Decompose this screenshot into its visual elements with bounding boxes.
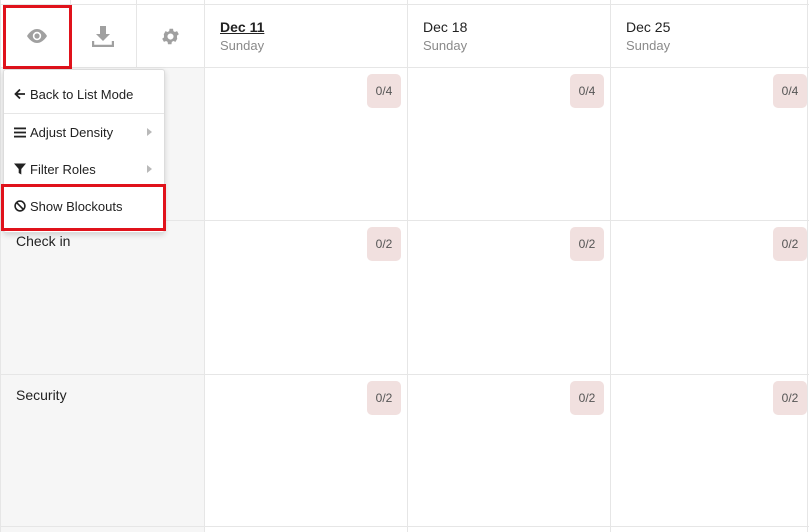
menu-item-adjust-density[interactable]: Adjust Density	[4, 114, 164, 150]
menu-item-label: Back to List Mode	[30, 86, 134, 102]
day-weekday: Sunday	[423, 38, 468, 53]
slot-count-badge[interactable]: 0/4	[773, 74, 807, 108]
slot-count-badge[interactable]: 0/2	[367, 381, 401, 415]
grid-line	[204, 0, 205, 532]
day-date[interactable]: Dec 11	[220, 18, 420, 36]
slot-count-badge[interactable]: 0/2	[773, 227, 807, 261]
settings-button[interactable]	[138, 4, 202, 68]
grid-line	[407, 0, 408, 532]
grid-line	[0, 526, 809, 527]
day-header[interactable]: Dec 25 Sunday	[626, 18, 809, 55]
grid-line	[0, 0, 1, 532]
menu-item-show-blockouts[interactable]: Show Blockouts	[4, 188, 164, 224]
day-header[interactable]: Dec 18 Sunday	[423, 18, 623, 55]
filter-icon	[13, 163, 27, 175]
day-date[interactable]: Dec 18	[423, 18, 623, 36]
bars-icon	[13, 127, 27, 138]
chevron-right-icon	[147, 128, 152, 136]
day-weekday: Sunday	[220, 38, 265, 53]
chevron-right-icon	[147, 165, 152, 173]
ban-icon	[13, 200, 27, 212]
menu-item-filter-roles[interactable]: Filter Roles	[4, 151, 164, 187]
slot-count-badge[interactable]: 0/4	[570, 74, 604, 108]
view-options-button[interactable]	[5, 4, 69, 68]
slot-count-badge[interactable]: 0/4	[367, 74, 401, 108]
slot-count-badge[interactable]: 0/2	[570, 381, 604, 415]
day-date[interactable]: Dec 25	[626, 18, 809, 36]
grid-line	[610, 0, 611, 532]
slot-count-badge[interactable]: 0/2	[773, 381, 807, 415]
menu-item-label: Show Blockouts	[30, 198, 123, 214]
role-label-security: Security	[16, 387, 67, 403]
day-header[interactable]: Dec 11 Sunday	[220, 18, 420, 55]
menu-item-label: Adjust Density	[30, 124, 114, 140]
grid-line	[807, 0, 808, 532]
slot-count-badge[interactable]: 0/2	[570, 227, 604, 261]
download-button[interactable]	[71, 4, 135, 68]
slot-count-badge[interactable]: 0/2	[367, 227, 401, 261]
menu-item-back-to-list[interactable]: Back to List Mode	[4, 76, 164, 112]
role-label-check-in: Check in	[16, 233, 71, 249]
grid-line	[0, 374, 809, 375]
schedule-view: Dec 11 Sunday Dec 18 Sunday Dec 25 Sunda…	[0, 0, 809, 532]
eye-icon	[25, 28, 49, 44]
arrow-left-icon	[13, 88, 27, 100]
view-options-menu: Back to List Mode Adjust Density Filter …	[3, 69, 165, 233]
day-weekday: Sunday	[626, 38, 671, 53]
grid-line	[136, 0, 137, 68]
gear-icon	[160, 26, 181, 47]
menu-item-label: Filter Roles	[30, 161, 96, 177]
download-icon	[92, 25, 114, 47]
